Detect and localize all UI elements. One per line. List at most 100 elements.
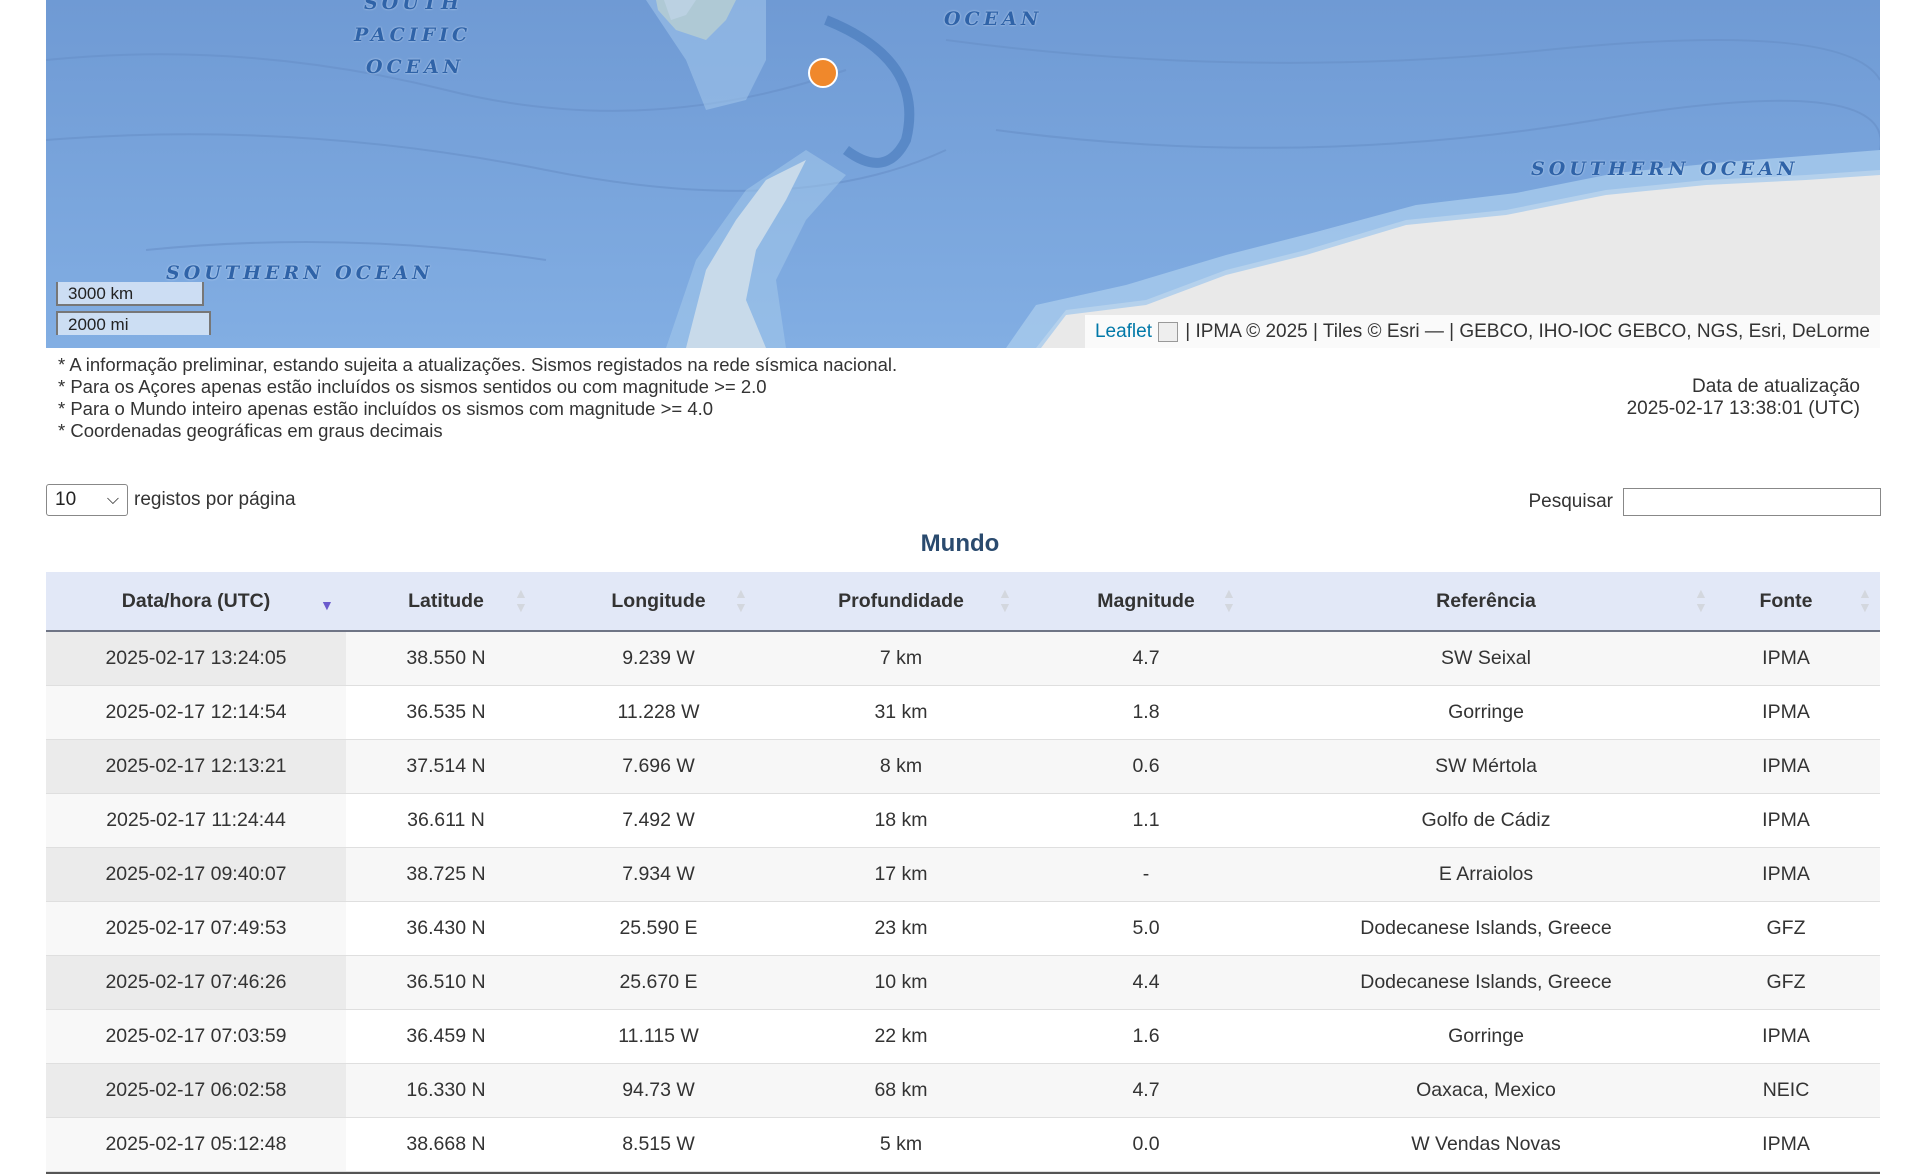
- cell-magnitude: 0.6: [1132, 755, 1160, 777]
- table-row[interactable]: 2025-02-17 07:03:59 36.459 N 11.115 W 22 km…: [46, 1010, 1880, 1064]
- cell-source: GFZ: [1766, 917, 1806, 939]
- table-row[interactable]: 2025-02-17 07:49:53 36.430 N 25.590 E 23 km…: [46, 902, 1880, 956]
- cell-source: IPMA: [1762, 1133, 1810, 1155]
- table-row[interactable]: 2025-02-17 06:02:58 16.330 N 94.73 W 68 km 4…: [46, 1064, 1880, 1118]
- cell-source: IPMA: [1762, 701, 1810, 723]
- cell-magnitude: 0.0: [1132, 1133, 1160, 1155]
- update-info: Data de atualização 2025-02-17 13:38:01 …: [1627, 376, 1860, 420]
- cell-longitude: 7.934 W: [622, 863, 695, 885]
- ocean-label: OCEAN: [366, 56, 465, 78]
- cell-depth: 22 km: [874, 1025, 928, 1047]
- cell-magnitude: 1.6: [1132, 1025, 1160, 1047]
- cell-latitude: 37.514 N: [406, 755, 486, 777]
- cell-latitude: 36.459 N: [406, 1025, 486, 1047]
- cell-reference: Golfo de Cádiz: [1421, 809, 1551, 831]
- column-header-datetime[interactable]: Data/hora (UTC): [46, 572, 346, 630]
- column-header-reference[interactable]: Referência: [1261, 572, 1711, 630]
- table-row[interactable]: 2025-02-17 12:14:54 36.535 N 11.228 W 31 km…: [46, 686, 1880, 740]
- column-header-label: Fonte: [1759, 589, 1813, 612]
- page-length-control: 10 ⌵ registos por página: [46, 484, 296, 516]
- cell-reference: Oaxaca, Mexico: [1416, 1079, 1556, 1101]
- table-title: Mundo: [920, 530, 1000, 557]
- cell-longitude: 7.696 W: [622, 755, 695, 777]
- cell-longitude: 8.515 W: [622, 1133, 695, 1155]
- table-row[interactable]: 2025-02-17 07:46:26 36.510 N 25.670 E 10 km…: [46, 956, 1880, 1010]
- page-size-select[interactable]: 10 ⌵: [46, 484, 128, 516]
- cell-magnitude: -: [1142, 863, 1150, 885]
- cell-datetime: 2025-02-17 12:13:21: [105, 755, 287, 777]
- scale-mi: 2000 mi: [56, 311, 211, 335]
- sort-both-icon: ▲ ▼: [1694, 585, 1708, 615]
- cell-longitude: 25.670 E: [619, 971, 698, 993]
- leaflet-link[interactable]: Leaflet: [1095, 321, 1152, 342]
- note-line: * Para o Mundo inteiro apenas estão incl…: [58, 398, 714, 419]
- cell-magnitude: 5.0: [1132, 917, 1160, 939]
- cell-source: GFZ: [1766, 971, 1806, 993]
- search-input[interactable]: [1623, 488, 1881, 516]
- attribution-text: | IPMA © 2025 | Tiles © Esri — | GEBCO, …: [1179, 321, 1870, 342]
- table-row[interactable]: 2025-02-17 05:12:48 38.668 N 8.515 W 5 km 0.…: [46, 1118, 1880, 1172]
- map[interactable]: SOUTH PACIFIC OCEAN OCEAN SOUTHERN OCEAN…: [46, 0, 1880, 348]
- column-header-source[interactable]: Fonte: [1711, 572, 1861, 630]
- ocean-label: SOUTHERN OCEAN: [166, 262, 434, 284]
- cell-reference: Gorringe: [1448, 1025, 1524, 1047]
- cell-depth: 7 km: [879, 647, 923, 669]
- page-size-value: 10: [55, 489, 77, 510]
- table-row[interactable]: 2025-02-17 13:24:05 38.550 N 9.239 W 7 km 4.…: [46, 632, 1880, 686]
- column-header-depth[interactable]: Profundidade: [771, 572, 1031, 630]
- cell-datetime: 2025-02-17 09:40:07: [105, 863, 287, 885]
- cell-depth: 8 km: [879, 755, 923, 777]
- cell-datetime: 2025-02-17 07:46:26: [105, 971, 287, 993]
- sort-both-icon: ▲ ▼: [998, 585, 1012, 615]
- cell-latitude: 38.725 N: [406, 863, 486, 885]
- cell-reference: Dodecanese Islands, Greece: [1360, 917, 1612, 939]
- cell-datetime: 2025-02-17 07:49:53: [105, 917, 287, 939]
- earthquake-table: Data/hora (UTC) ▼ Latitude ▲ ▼ Longitude …: [46, 572, 1880, 1174]
- scale-km: 3000 km: [56, 282, 204, 306]
- cell-depth: 31 km: [874, 701, 928, 723]
- cell-magnitude: 4.7: [1132, 647, 1160, 669]
- column-header-label: Latitude: [408, 589, 484, 612]
- page-size-label: registos por página: [134, 489, 296, 510]
- cell-longitude: 9.239 W: [622, 647, 695, 669]
- cell-source: IPMA: [1762, 647, 1810, 669]
- update-label: Data de atualização: [1692, 376, 1860, 397]
- earthquake-marker[interactable]: [808, 58, 838, 88]
- sort-both-icon: ▲ ▼: [1858, 585, 1872, 615]
- cell-datetime: 2025-02-17 13:24:05: [105, 647, 287, 669]
- map-attribution: Leaflet | IPMA © 2025 | Tiles © Esri — |…: [1084, 315, 1880, 348]
- notes: * A informação preliminar, estando sujei…: [58, 354, 897, 442]
- cell-magnitude: 1.8: [1132, 701, 1160, 723]
- cell-source: IPMA: [1762, 863, 1810, 885]
- cell-longitude: 7.492 W: [622, 809, 695, 831]
- table-row[interactable]: 2025-02-17 11:24:44 36.611 N 7.492 W 18 km 1…: [46, 794, 1880, 848]
- cell-latitude: 36.430 N: [406, 917, 486, 939]
- cell-longitude: 94.73 W: [622, 1079, 695, 1101]
- cell-depth: 23 km: [874, 917, 928, 939]
- ocean-label: SOUTH: [364, 0, 463, 14]
- sort-both-icon: ▲ ▼: [1222, 585, 1236, 615]
- cell-source: IPMA: [1762, 809, 1810, 831]
- cell-depth: 10 km: [874, 971, 928, 993]
- cell-datetime: 2025-02-17 06:02:58: [105, 1079, 287, 1101]
- cell-datetime: 2025-02-17 12:14:54: [105, 701, 287, 723]
- cell-reference: Gorringe: [1448, 701, 1524, 723]
- cell-longitude: 11.228 W: [617, 701, 700, 723]
- cell-latitude: 36.510 N: [406, 971, 486, 993]
- sort-both-icon: ▲ ▼: [514, 585, 528, 615]
- table-header: Data/hora (UTC) ▼ Latitude ▲ ▼ Longitude …: [46, 572, 1880, 632]
- cell-reference: Dodecanese Islands, Greece: [1360, 971, 1612, 993]
- cell-depth: 5 km: [879, 1133, 923, 1155]
- cell-source: IPMA: [1762, 1025, 1810, 1047]
- cell-latitude: 38.550 N: [406, 647, 486, 669]
- cell-datetime: 2025-02-17 07:03:59: [105, 1025, 287, 1047]
- note-line: * Coordenadas geográficas em graus decim…: [58, 420, 443, 441]
- table-row[interactable]: 2025-02-17 12:13:21 37.514 N 7.696 W 8 km 0.…: [46, 740, 1880, 794]
- cell-datetime: 2025-02-17 05:12:48: [105, 1133, 287, 1155]
- cell-latitude: 38.668 N: [406, 1133, 486, 1155]
- table-row[interactable]: 2025-02-17 09:40:07 38.725 N 7.934 W 17 km -…: [46, 848, 1880, 902]
- cell-datetime: 2025-02-17 11:24:44: [106, 809, 286, 831]
- cell-latitude: 36.535 N: [406, 701, 486, 723]
- column-header-label: Magnitude: [1097, 589, 1195, 612]
- cell-magnitude: 4.7: [1132, 1079, 1160, 1101]
